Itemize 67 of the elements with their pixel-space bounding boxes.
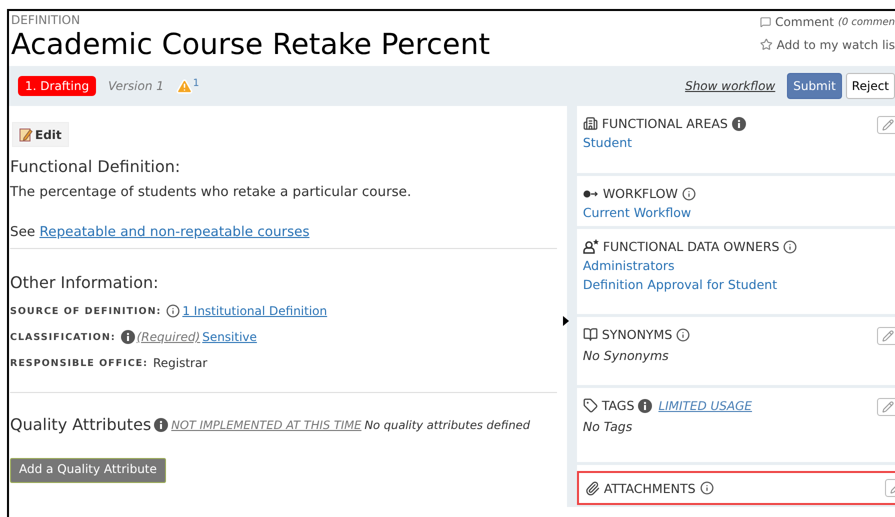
user-star-icon [582,239,599,254]
tag-icon [582,398,598,413]
panel-link[interactable]: Definition Approval for Student [582,277,798,292]
field-value-link[interactable]: Sensitive [202,330,257,344]
panel-title: TAGS [602,398,634,413]
info-icon [676,328,690,342]
info-icon [638,398,652,412]
add-quality-attribute-button[interactable]: Add a Quality Attribute [10,458,166,483]
building-icon [582,116,598,131]
empty-message: No quality attributes defined [364,418,530,432]
notepad-pencil-icon [19,127,33,142]
not-implemented-note[interactable]: NOT IMPLEMENTED AT THIS TIME [171,418,362,432]
panel-title: WORKFLOW [602,186,678,201]
info-icon [166,304,180,318]
info-icon [700,481,714,495]
edit-button[interactable] [877,116,895,134]
empty-message: No Tags [582,419,634,434]
usage-link[interactable]: LIMITED USAGE [658,398,752,412]
page-type-label: DEFINITION [11,13,82,27]
field-value: Registrar [152,356,208,370]
panel-title: FUNCTIONAL DATA OWNERS [602,239,780,254]
comment-icon [760,15,772,29]
secondary-button[interactable]: Reject [846,73,895,99]
section-heading: Quality Attributes [10,415,152,434]
warning-icon [176,78,193,94]
field-label: SOURCE OF DEFINITION: [10,306,162,316]
page-title: Academic Course Retake Percent [11,27,490,61]
panel-title: FUNCTIONAL AREAS [602,116,728,131]
required-note: (Required) [136,330,200,344]
section-heading: Other Information: [10,273,160,292]
show-workflow-link[interactable]: Show workflow [685,79,776,93]
panel-link[interactable]: Student [582,135,746,150]
comment-link[interactable]: Comment (0 commen [760,15,895,29]
field-value-link[interactable]: 1 Institutional Definition [182,304,328,318]
info-icon [682,186,696,200]
edit-button[interactable]: Edit [12,122,69,147]
panel-title: SYNONYMS [602,327,672,342]
pencil-icon [882,330,894,342]
info-icon [120,330,135,344]
info-icon [732,116,746,130]
collapse-arrow-icon[interactable] [562,316,569,326]
section-heading: Functional Definition: [10,157,182,176]
primary-button[interactable]: Submit [787,73,842,99]
panel-link[interactable]: Administrators [582,258,798,273]
field-label: RESPONSIBLE OFFICE: [10,358,148,368]
pencil-icon [882,401,894,413]
book-icon [582,327,598,342]
empty-message: No Synonyms [582,348,670,363]
edit-button[interactable] [877,398,895,416]
star-icon [760,37,773,52]
definition-text: The percentage of students who retake a particular course. [10,184,412,200]
info-icon [154,418,168,432]
edit-button[interactable] [877,327,895,345]
field-label: CLASSIFICATION: [10,332,116,342]
info-icon [783,240,798,254]
warning-count: 1 [192,78,200,88]
watch-list-link[interactable]: Add to my watch lis [760,37,895,52]
warning-indicator[interactable]: 1 [176,78,200,94]
panel-title: ATTACHMENTS [604,480,696,496]
version-label: Version 1 [108,79,164,93]
dot-arrow-icon [582,188,599,198]
stage-badge: 1. Drafting [18,76,96,96]
see-also-text: See Repeatable and non-repeatable courses [10,224,310,240]
courses-link[interactable]: Repeatable and non-repeatable courses [39,224,310,240]
pencil-icon [882,119,894,131]
paperclip-icon [584,480,600,496]
panel-link[interactable]: Current Workflow [582,205,696,220]
